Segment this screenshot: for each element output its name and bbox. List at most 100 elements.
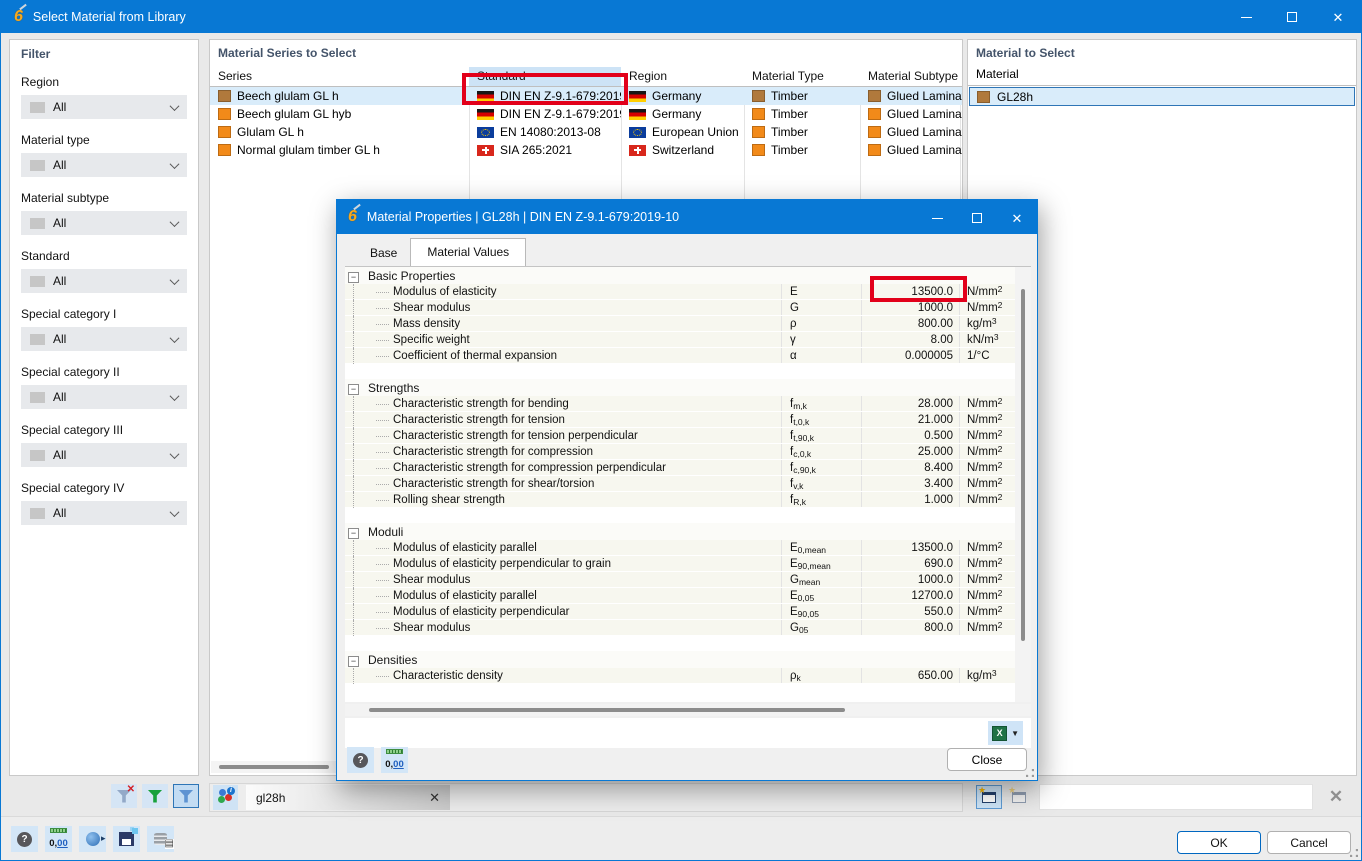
scrollbar-thumb[interactable]: [219, 765, 329, 769]
property-row[interactable]: Specific weightγ8.00kN/m3: [345, 332, 1015, 348]
material-subtype-name: Glued Laminated: [887, 107, 962, 121]
property-row[interactable]: Modulus of elasticity parallelE0,0512700…: [345, 588, 1015, 604]
series-row[interactable]: Glulam GL hEN 14080:2013-08European Unio…: [210, 123, 962, 141]
unit-text: N/mm: [967, 302, 998, 314]
section-header-row[interactable]: −Strengths: [345, 379, 1015, 396]
dialog-close-button[interactable]: ✕: [997, 201, 1037, 235]
property-row[interactable]: Modulus of elasticity perpendicular to g…: [345, 556, 1015, 572]
property-row[interactable]: Characteristic densityρk650.00kg/m3: [345, 668, 1015, 684]
column-header-material-subtype[interactable]: Material Subtype: [860, 67, 962, 86]
dialog-resize-grip[interactable]: [1026, 769, 1034, 777]
property-symbol: fc,90,k: [781, 460, 861, 475]
material-row[interactable]: GL28h: [969, 87, 1355, 106]
column-header-material-type[interactable]: Material Type: [744, 67, 860, 86]
property-row[interactable]: Characteristic strength for tensionft,0,…: [345, 412, 1015, 428]
database-document-icon: [154, 833, 167, 845]
maximize-button[interactable]: [1269, 1, 1315, 33]
tree-gutter: [345, 396, 363, 411]
chevron-down-icon: [170, 333, 180, 343]
property-row[interactable]: Characteristic strength for compressionf…: [345, 444, 1015, 460]
scrollbar-thumb[interactable]: [1021, 289, 1025, 641]
property-row[interactable]: Shear modulusGmean1000.0N/mm2: [345, 572, 1015, 588]
material-name-field[interactable]: [1039, 784, 1313, 810]
unit-text: N/mm: [967, 286, 998, 298]
filter-dropdown-special-category-iii[interactable]: All: [21, 443, 187, 467]
filter-dropdown-material-subtype[interactable]: All: [21, 211, 187, 235]
section-header-row[interactable]: −Basic Properties: [345, 267, 1015, 284]
series-name: Beech glulam GL h: [237, 89, 339, 103]
clear-selection-button[interactable]: ✕: [1321, 784, 1351, 810]
minimize-button[interactable]: [1223, 1, 1269, 33]
column-header-standard[interactable]: Standard: [469, 67, 621, 86]
filter-dropdown-material-type[interactable]: All: [21, 153, 187, 177]
remove-filter-button[interactable]: ✕: [111, 784, 137, 808]
search-tab[interactable]: gl28h ✕: [246, 785, 450, 810]
close-tab-icon[interactable]: ✕: [429, 790, 440, 806]
window-resize-grip[interactable]: [1350, 849, 1358, 857]
info-toggle-button[interactable]: i: [213, 785, 238, 810]
property-row[interactable]: Coefficient of thermal expansionα0.00000…: [345, 348, 1015, 364]
property-row[interactable]: Characteristic strength for compression …: [345, 460, 1015, 476]
series-row[interactable]: Beech glulam GL hybDIN EN Z-9.1-679:2019…: [210, 105, 962, 123]
property-row[interactable]: Modulus of elasticityE13500.0N/mm2: [345, 284, 1015, 300]
section-header-row[interactable]: −Moduli: [345, 523, 1015, 540]
cancel-button[interactable]: Cancel: [1267, 831, 1351, 854]
filter-dropdown-special-category-ii[interactable]: All: [21, 385, 187, 409]
units-settings-button[interactable]: 0,00: [45, 826, 72, 852]
property-row[interactable]: Modulus of elasticity perpendicularE90,0…: [345, 604, 1015, 620]
property-unit: N/mm2: [959, 284, 1015, 299]
property-row[interactable]: Rolling shear strengthfR,k1.000N/mm2: [345, 492, 1015, 508]
filter-dropdown-region[interactable]: All: [21, 95, 187, 119]
column-header-region[interactable]: Region: [621, 67, 744, 86]
close-dialog-button[interactable]: Close: [947, 748, 1027, 771]
collapse-icon[interactable]: −: [348, 272, 359, 283]
database-export-button[interactable]: [147, 826, 174, 852]
close-button[interactable]: ✕: [1315, 1, 1361, 33]
property-unit: N/mm2: [959, 540, 1015, 555]
material-color-swatch: [752, 144, 765, 156]
section-header-row[interactable]: −Densities: [345, 651, 1015, 668]
unit-text: N/mm: [967, 558, 998, 570]
ch-flag-icon: [629, 145, 646, 156]
column-header-series[interactable]: Series: [210, 67, 469, 86]
properties-table-wrap: −Basic PropertiesModulus of elasticityE1…: [345, 266, 1031, 702]
dialog-units-button[interactable]: 0,00: [381, 747, 408, 773]
apply-filter-button[interactable]: [142, 784, 168, 808]
series-row[interactable]: Normal glulam timber GL hSIA 265:2021Swi…: [210, 141, 962, 159]
property-unit: 1/°C: [959, 348, 1015, 363]
collapse-icon[interactable]: −: [348, 384, 359, 395]
filter-dropdown-standard[interactable]: All: [21, 269, 187, 293]
property-row[interactable]: Characteristic strength for tension perp…: [345, 428, 1015, 444]
transfer-button[interactable]: [79, 826, 106, 852]
property-value: 25.000: [861, 444, 959, 459]
property-row[interactable]: Shear modulusG1000.0N/mm2: [345, 300, 1015, 316]
collapse-icon[interactable]: −: [348, 528, 359, 539]
property-row[interactable]: Characteristic strength for shear/torsio…: [345, 476, 1015, 492]
series-row[interactable]: Beech glulam GL hDIN EN Z-9.1-679:2019..…: [210, 87, 962, 105]
filter-dropdown-special-category-iv[interactable]: All: [21, 501, 187, 525]
tab-material-values[interactable]: Material Values: [410, 238, 526, 266]
dialog-help-button[interactable]: ?: [347, 747, 374, 773]
unit-text: N/mm: [967, 398, 998, 410]
collapse-icon[interactable]: −: [348, 656, 359, 667]
filter-dropdown-special-category-i[interactable]: All: [21, 327, 187, 351]
copy-material-button[interactable]: [1006, 785, 1032, 809]
property-row[interactable]: Shear modulusG05800.0N/mm2: [345, 620, 1015, 636]
ok-button[interactable]: OK: [1177, 831, 1261, 854]
filter-active-button[interactable]: [173, 784, 199, 808]
property-row[interactable]: Characteristic strength for bendingfm,k2…: [345, 396, 1015, 412]
property-unit: N/mm2: [959, 428, 1015, 443]
property-name: Modulus of elasticity: [363, 284, 781, 299]
tree-gutter: [345, 412, 363, 427]
dialog-minimize-button[interactable]: [917, 201, 957, 235]
property-row[interactable]: Mass densityρ800.00kg/m3: [345, 316, 1015, 332]
dialog-maximize-button[interactable]: [957, 201, 997, 235]
help-button[interactable]: ?: [11, 826, 38, 852]
property-row[interactable]: Modulus of elasticity parallelE0,mean135…: [345, 540, 1015, 556]
property-value: 12700.0: [861, 588, 959, 603]
save-to-library-button[interactable]: [113, 826, 140, 852]
new-material-button[interactable]: [976, 785, 1002, 809]
scrollbar-thumb[interactable]: [369, 708, 845, 712]
color-swatch: [30, 102, 45, 113]
tab-base[interactable]: Base: [357, 241, 410, 266]
